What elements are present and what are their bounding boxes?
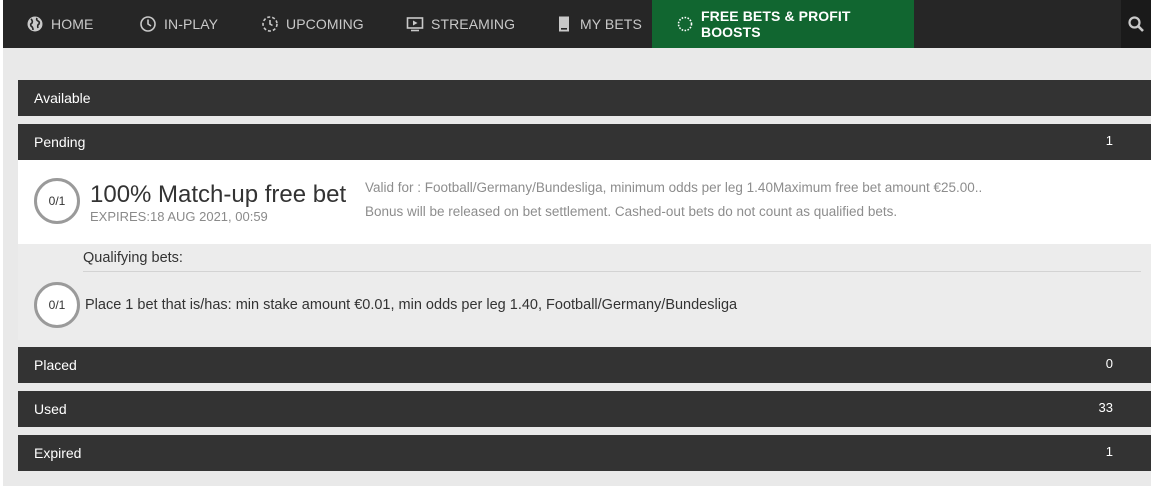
search-icon [1128, 16, 1144, 32]
qualifying-bets-panel: Qualifying bets: 0/1 Place 1 bet that is… [18, 244, 1151, 340]
top-navigation: HOME IN-PLAY UPCOMING STREAMING MY BETS [3, 0, 1151, 48]
bonus-progress-ring: 0/1 [34, 178, 80, 224]
section-used[interactable]: Used 33 [18, 391, 1151, 427]
search-button[interactable] [1121, 0, 1151, 48]
qualifying-progress-ring: 0/1 [34, 282, 80, 328]
section-placed-label: Placed [34, 357, 77, 373]
nav-streaming-label: STREAMING [431, 16, 516, 32]
bonus-valid-for: Valid for : Football/Germany/Bundesliga,… [365, 180, 983, 195]
nav-my-bets[interactable]: MY BETS [547, 0, 652, 48]
section-expired-count: 1 [1105, 444, 1113, 459]
nav-streaming[interactable]: STREAMING [398, 0, 547, 48]
nav-in-play[interactable]: IN-PLAY [135, 0, 255, 48]
timer-icon [262, 16, 278, 32]
section-available[interactable]: Available [18, 80, 1151, 116]
page-edge [0, 0, 3, 486]
nav-in-play-label: IN-PLAY [164, 16, 219, 32]
qualifying-title: Qualifying bets: [83, 250, 183, 266]
clock-icon [140, 16, 156, 32]
bet-slip-icon [559, 16, 569, 32]
nav-upcoming[interactable]: UPCOMING [255, 0, 398, 48]
bonus-release-note: Bonus will be released on bet settlement… [365, 204, 898, 219]
section-placed[interactable]: Placed 0 [18, 347, 1151, 383]
section-expired-label: Expired [34, 445, 82, 461]
nav-home[interactable]: HOME [3, 0, 135, 48]
section-pending-count: 1 [1105, 133, 1113, 148]
nav-home-label: HOME [51, 16, 94, 32]
qualifying-divider [83, 271, 1141, 272]
section-used-label: Used [34, 401, 67, 417]
bonus-expiry: EXPIRES:18 AUG 2021, 00:59 [90, 209, 268, 224]
qualifying-progress-text: 0/1 [48, 298, 66, 312]
bonus-title: 100% Match-up free bet [90, 181, 347, 208]
free-bet-card: 0/1 100% Match-up free bet EXPIRES:18 AU… [18, 160, 1151, 244]
section-expired[interactable]: Expired 1 [18, 435, 1151, 471]
qualifying-requirement: Place 1 bet that is/has: min stake amoun… [85, 297, 738, 313]
globe-icon [27, 16, 43, 32]
nav-free-bets-label: FREE BETS & PROFIT BOOSTS [700, 8, 851, 40]
nav-my-bets-label: MY BETS [580, 16, 642, 32]
spinner-icon [677, 16, 693, 32]
section-placed-count: 0 [1105, 356, 1113, 371]
section-available-label: Available [34, 90, 91, 106]
section-pending[interactable]: Pending 1 [18, 124, 1151, 160]
nav-upcoming-label: UPCOMING [286, 16, 364, 32]
nav-free-bets[interactable]: FREE BETS & PROFIT BOOSTS [652, 0, 914, 48]
section-pending-label: Pending [34, 134, 86, 150]
tv-play-icon [406, 17, 424, 32]
section-used-count: 33 [1098, 400, 1113, 415]
bonus-progress-text: 0/1 [48, 194, 66, 208]
